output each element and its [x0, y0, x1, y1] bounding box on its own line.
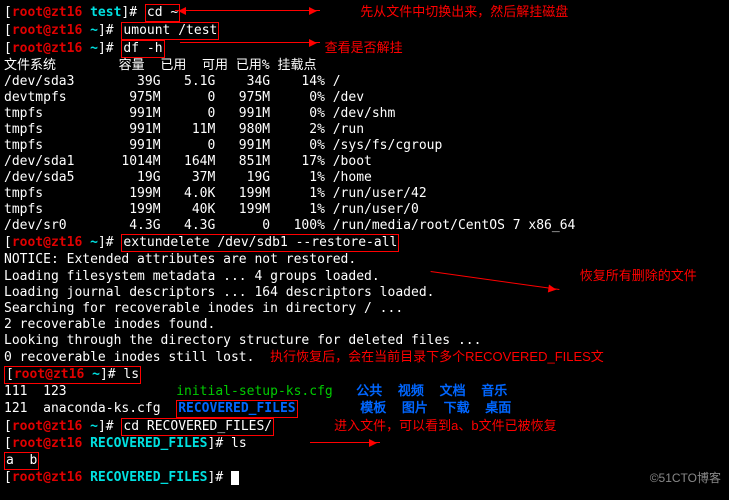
- recovered-files-dir: RECOVERED_FILES: [178, 401, 295, 416]
- ext-out-4: Searching for recoverable inodes in dire…: [4, 301, 725, 317]
- cmd-extundelete[interactable]: extundelete /dev/sdb1 --restore-all: [123, 235, 397, 250]
- ext-out-5: 2 recoverable inodes found.: [4, 317, 725, 333]
- arrow-5: [310, 442, 380, 443]
- df-row: /dev/sda5 19G 37M 19G 1% /home: [4, 170, 725, 186]
- prompt-line-7: [root@zt16 RECOVERED_FILES]# ls: [4, 436, 725, 452]
- df-row: tmpfs 991M 0 991M 0% /dev/shm: [4, 106, 725, 122]
- annotation-4: 执行恢复后，会在当前目录下多个RECOVERED_FILES文: [270, 349, 604, 364]
- ext-out-6: Looking through the directory structure …: [4, 333, 725, 349]
- ls-row-1: 111 123 initial-setup-ks.cfg 公共 视频 文档 音乐: [4, 384, 725, 400]
- df-row: tmpfs 199M 40K 199M 1% /run/user/0: [4, 202, 725, 218]
- prompt-line-4: [root@zt16 ~]# extundelete /dev/sdb1 --r…: [4, 234, 725, 252]
- annotation-3: 恢复所有删除的文件: [580, 268, 697, 283]
- cmd-umount[interactable]: umount /test: [123, 23, 217, 38]
- cmd-cd-recovered[interactable]: cd RECOVERED_FILES/: [123, 419, 272, 434]
- df-row: devtmpfs 975M 0 975M 0% /dev: [4, 90, 725, 106]
- ext-out-2: Loading filesystem metadata ... 4 groups…: [4, 268, 725, 285]
- prompt-line-1: [root@zt16 test]# cd ~先从文件中切换出来，然后解挂磁盘: [4, 4, 725, 22]
- prompt-line-3: [root@zt16 ~]# df -h查看是否解挂: [4, 40, 725, 58]
- annotation-2: 查看是否解挂: [325, 40, 403, 55]
- prompt-line-2: [root@zt16 ~]# umount /test: [4, 22, 725, 40]
- ext-out-7: 0 recoverable inodes still lost. 执行恢复后，会…: [4, 349, 725, 366]
- arrow-1: [180, 10, 320, 11]
- ext-out-3: Loading journal descriptors ... 164 desc…: [4, 285, 725, 301]
- prompt-line-8: [root@zt16 RECOVERED_FILES]#: [4, 470, 725, 486]
- df-row: tmpfs 991M 11M 980M 2% /run: [4, 122, 725, 138]
- df-row: /dev/sda3 39G 5.1G 34G 14% /: [4, 74, 725, 90]
- cursor[interactable]: [231, 471, 239, 485]
- df-row: /dev/sr0 4.3G 4.3G 0 100% /run/media/roo…: [4, 218, 725, 234]
- arrow-2: [180, 42, 320, 43]
- df-row: tmpfs 991M 0 991M 0% /sys/fs/cgroup: [4, 138, 725, 154]
- cmd-df[interactable]: df -h: [123, 41, 162, 56]
- ls-row-2: 121 anaconda-ks.cfg RECOVERED_FILES 模板 图…: [4, 400, 725, 418]
- arrow-1b: [175, 10, 180, 11]
- df-header: 文件系统 容量 已用 可用 已用% 挂载点: [4, 58, 725, 74]
- ls2-row: a b: [4, 452, 725, 470]
- annotation-5: 进入文件，可以看到a、b文件已被恢复: [334, 418, 556, 433]
- prompt-line-5: [root@zt16 ~]# ls: [4, 366, 725, 384]
- watermark: ©51CTO博客: [650, 470, 721, 486]
- annotation-1: 先从文件中切换出来，然后解挂磁盘: [360, 4, 568, 19]
- cmd-ls[interactable]: ls: [123, 367, 139, 382]
- prompt-line-6: [root@zt16 ~]# cd RECOVERED_FILES/进入文件，可…: [4, 418, 725, 436]
- df-row: /dev/sda1 1014M 164M 851M 17% /boot: [4, 154, 725, 170]
- cmd-ls2[interactable]: ls: [231, 436, 247, 451]
- df-table: /dev/sda3 39G 5.1G 34G 14% /devtmpfs 975…: [4, 74, 725, 234]
- df-row: tmpfs 199M 4.0K 199M 1% /run/user/42: [4, 186, 725, 202]
- ext-out-1: NOTICE: Extended attributes are not rest…: [4, 252, 725, 268]
